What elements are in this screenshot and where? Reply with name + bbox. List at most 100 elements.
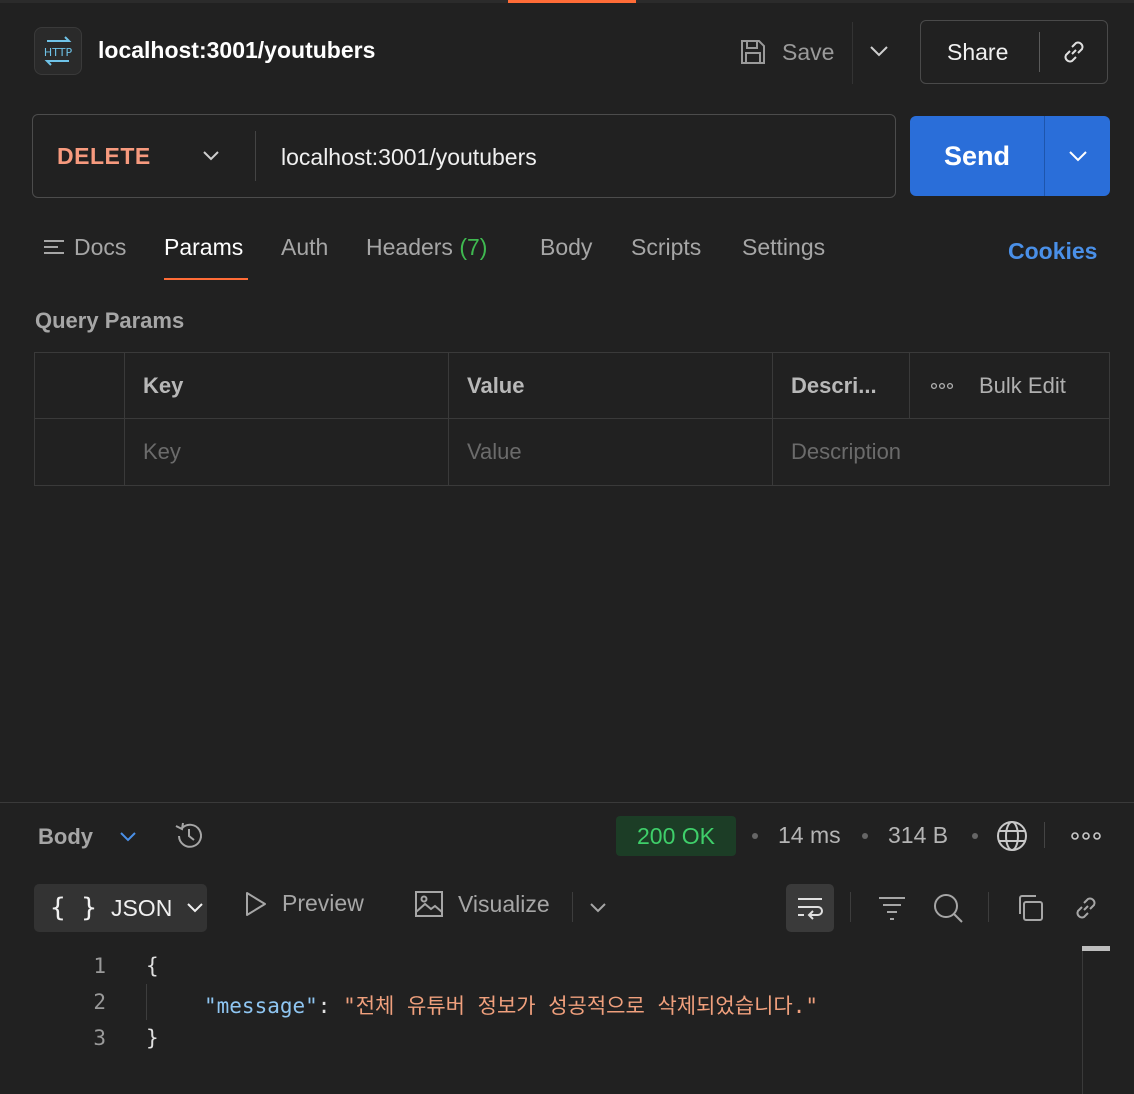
more-horizontal-icon[interactable] — [1070, 826, 1102, 846]
tool-divider — [850, 892, 851, 922]
tab-docs[interactable]: Docs — [44, 234, 126, 261]
json-string-value: "전체 유튜버 정보가 성공적으로 삭제되었습니다." — [343, 994, 818, 1018]
save-options-button[interactable] — [864, 36, 894, 66]
meta-dot — [972, 833, 978, 839]
description-cell — [773, 419, 1110, 485]
play-icon — [246, 891, 266, 916]
line-number: 3 — [93, 1026, 106, 1050]
chevron-down-icon — [590, 903, 606, 913]
json-entry: "message": "전체 유튜버 정보가 성공적으로 삭제되었습니다." — [204, 990, 818, 1020]
bulk-edit-label: Bulk Edit — [979, 373, 1066, 398]
vertical-scrollbar[interactable] — [1082, 946, 1083, 1094]
key-cell — [125, 419, 449, 485]
active-tab-indicator — [508, 0, 636, 3]
visualize-button[interactable]: Visualize — [414, 890, 550, 918]
globe-icon[interactable] — [994, 818, 1030, 854]
chevron-down-icon[interactable] — [199, 143, 223, 167]
meta-dot — [862, 833, 868, 839]
link-icon — [1076, 897, 1096, 919]
history-icon[interactable] — [172, 819, 206, 853]
column-header-description: Descri... — [773, 353, 910, 419]
json-braces-icon: { } — [50, 893, 97, 923]
http-request-icon: HTTP — [34, 27, 82, 75]
meta-divider — [1044, 822, 1045, 848]
code-text: { — [146, 954, 159, 978]
json-colon: : — [317, 994, 344, 1018]
url-bar: DELETE — [32, 114, 896, 198]
param-value-input[interactable] — [467, 439, 727, 465]
visualize-options-button[interactable] — [578, 888, 618, 928]
tab-headers[interactable]: Headers (7) — [366, 234, 487, 261]
save-icon — [741, 40, 765, 64]
wrap-lines-button[interactable] — [786, 884, 834, 932]
method-selector[interactable]: DELETE — [57, 143, 151, 170]
view-divider — [572, 892, 573, 922]
send-button[interactable]: Send — [910, 116, 1110, 196]
share-button[interactable]: Share — [920, 20, 1108, 84]
param-key-input[interactable] — [143, 439, 403, 465]
param-description-input[interactable] — [791, 439, 1051, 465]
chevron-down-icon[interactable] — [116, 824, 140, 848]
save-label: Save — [782, 38, 835, 65]
tool-divider — [988, 892, 989, 922]
row-checkbox-cell[interactable] — [35, 419, 125, 485]
value-cell — [449, 419, 773, 485]
code-line: 1 { — [0, 954, 1080, 990]
response-size[interactable]: 314 B — [888, 822, 948, 849]
tab-params[interactable]: Params — [164, 234, 243, 261]
wrap-text-icon — [798, 898, 823, 920]
response-format-label: JSON — [110, 894, 173, 921]
copy-icon — [1019, 895, 1043, 921]
more-horizontal-icon — [931, 382, 953, 390]
headers-count-badge: (7) — [459, 234, 488, 260]
tab-params-underline — [164, 278, 248, 280]
save-button[interactable]: Save — [738, 30, 834, 74]
meta-dot — [752, 833, 758, 839]
response-body-label: Body — [38, 824, 93, 849]
cookies-link[interactable]: Cookies — [1008, 238, 1097, 265]
tab-body[interactable]: Body — [540, 234, 592, 261]
header-checkbox-cell — [35, 353, 125, 419]
image-icon — [415, 891, 443, 917]
tab-settings[interactable]: Settings — [742, 234, 825, 261]
app-window: HTTP localhost:3001/youtubers Save Share — [0, 0, 1134, 1094]
response-time[interactable]: 14 ms — [778, 822, 841, 849]
copy-link-button[interactable] — [1066, 888, 1106, 928]
indent-guide — [146, 984, 147, 1020]
code-line: 3 } — [0, 1026, 1080, 1062]
column-header-key: Key — [125, 353, 449, 419]
tab-auth[interactable]: Auth — [281, 234, 328, 261]
filter-button[interactable] — [872, 888, 912, 928]
chevron-down-icon — [187, 903, 204, 913]
response-format-select[interactable]: { } JSON — [34, 884, 207, 932]
request-tabs: Docs Params Auth Headers (7) Body Script… — [0, 228, 1134, 282]
bulk-edit-button[interactable]: Bulk Edit — [931, 373, 1066, 399]
preview-button[interactable]: Preview — [244, 890, 364, 917]
code-line: 2 "message": "전체 유튜버 정보가 성공적으로 삭제되었습니다." — [0, 990, 1080, 1026]
column-header-value: Value — [449, 353, 773, 419]
send-options-button[interactable] — [1045, 150, 1110, 162]
tab-headers-label: Headers — [366, 234, 453, 260]
visualize-label: Visualize — [458, 890, 550, 917]
scrollbar-thumb[interactable] — [1082, 946, 1110, 951]
filter-icon — [879, 897, 905, 920]
response-pane-divider[interactable] — [0, 802, 1134, 803]
preview-label: Preview — [282, 890, 364, 916]
status-badge[interactable]: 200 OK — [616, 816, 736, 856]
http-badge-text: HTTP — [44, 46, 73, 59]
save-divider — [852, 22, 853, 84]
code-text: } — [146, 1026, 159, 1050]
search-button[interactable] — [928, 888, 968, 928]
query-params-title: Query Params — [35, 308, 185, 333]
line-number: 1 — [93, 954, 106, 978]
tab-scripts[interactable]: Scripts — [631, 234, 701, 261]
request-title[interactable]: localhost:3001/youtubers — [98, 37, 375, 64]
json-key: "message" — [204, 994, 318, 1018]
url-input[interactable] — [281, 139, 871, 175]
chevron-down-icon — [870, 46, 888, 57]
link-icon — [1064, 41, 1083, 63]
send-label: Send — [943, 140, 1010, 171]
method-divider — [255, 131, 256, 181]
copy-link-button[interactable] — [1040, 37, 1107, 67]
copy-button[interactable] — [1010, 888, 1050, 928]
